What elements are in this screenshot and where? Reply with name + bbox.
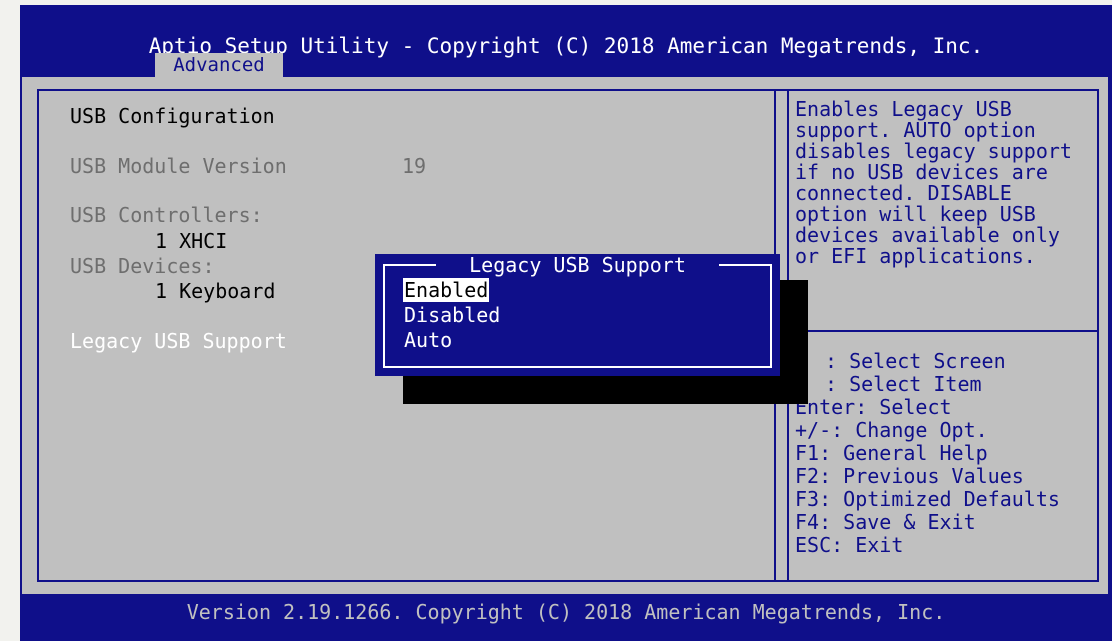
help-line: connected. DISABLE [795, 181, 1012, 205]
usb-devices-label: USB Devices: [70, 254, 215, 278]
help-line: if no USB devices are [795, 160, 1048, 184]
help-line: Enables Legacy USB [795, 97, 1012, 121]
help-line: devices available only [795, 223, 1060, 247]
key-help-line: : Select Screen [825, 349, 1006, 373]
help-line: or EFI applications. [795, 244, 1036, 268]
footer-bar: Version 2.19.1266. Copyright (C) 2018 Am… [20, 594, 1112, 641]
key-help-line: F1: General Help [795, 441, 988, 465]
key-help-line: F3: Optimized Defaults [795, 487, 1060, 511]
usb-controllers-label: USB Controllers: [70, 203, 263, 227]
usb-devices-value: 1 Keyboard [155, 279, 276, 303]
help-line: disables legacy support [795, 139, 1072, 163]
key-help-line: F2: Previous Values [795, 464, 1024, 488]
option-enabled[interactable]: Enabled [403, 278, 490, 302]
popup-title: Legacy USB Support [469, 253, 686, 277]
key-help-line: Enter: Select [795, 395, 952, 419]
help-line: option will keep USB [795, 202, 1036, 226]
legacy-usb-support-popup: Legacy USB Support Enabled Disabled Auto [375, 254, 780, 376]
tab-advanced[interactable]: Advanced [155, 53, 283, 77]
key-help-line: +/-: Change Opt. [795, 418, 988, 442]
option-auto[interactable]: Auto [404, 328, 452, 352]
key-help-line: F4: Save & Exit [795, 510, 976, 534]
usb-module-version-value: 19 [402, 154, 427, 178]
legacy-usb-support-item[interactable]: Legacy USB Support [70, 329, 287, 353]
key-help-line: ESC: Exit [795, 533, 904, 557]
help-line: support. AUTO option [795, 118, 1036, 142]
option-disabled[interactable]: Disabled [404, 303, 500, 327]
footer-text: Version 2.19.1266. Copyright (C) 2018 Am… [186, 600, 946, 624]
usb-module-version-label: USB Module Version [70, 154, 287, 178]
usb-controllers-value: 1 XHCI [155, 229, 228, 253]
section-title: USB Configuration [70, 104, 275, 128]
help-divider [774, 330, 1099, 332]
title-bar: Aptio Setup Utility - Copyright (C) 2018… [20, 5, 1112, 58]
key-help-line: : Select Item [825, 372, 982, 396]
